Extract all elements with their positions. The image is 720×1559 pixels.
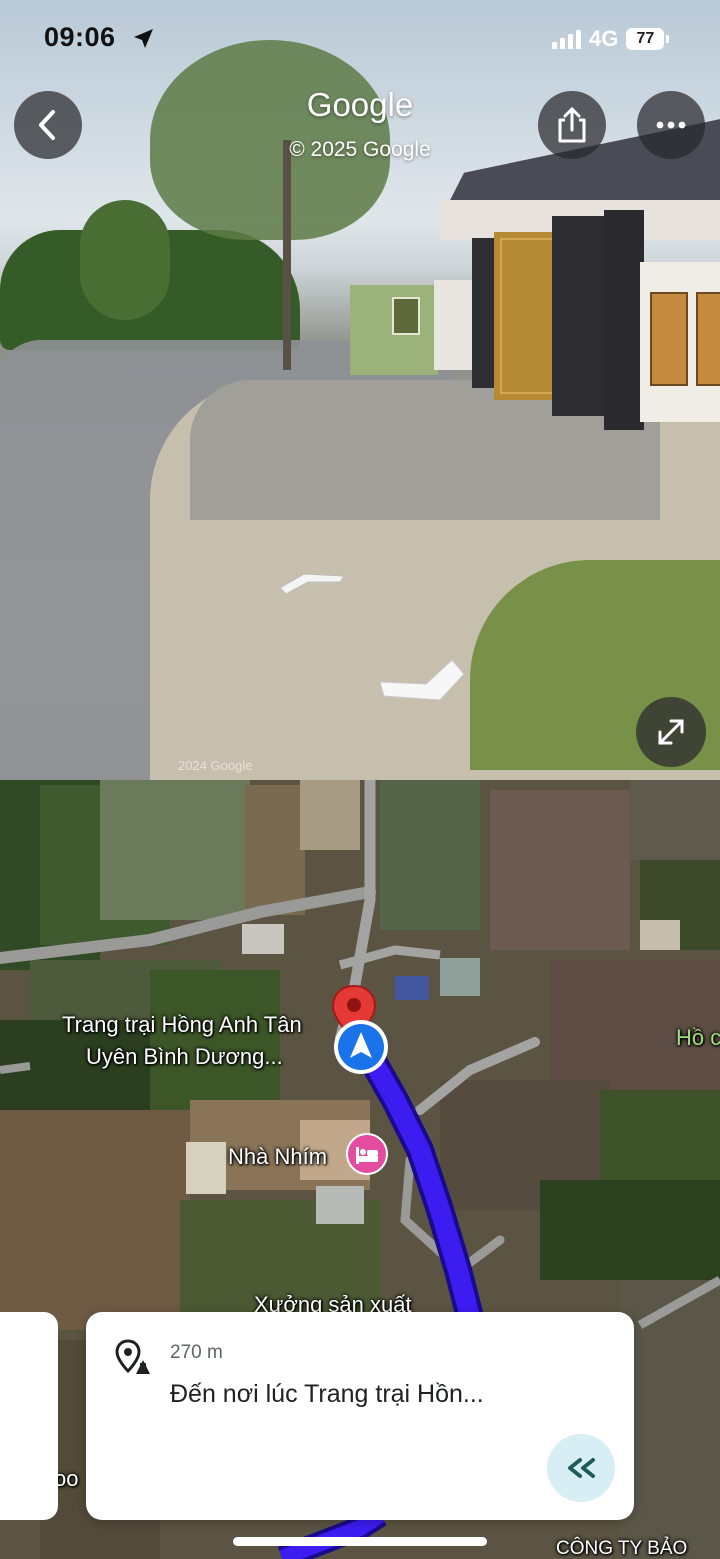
step-distance: 270 m [170, 1342, 223, 1363]
status-time: 09:06 [44, 22, 116, 52]
street-view-title: Google [306, 86, 414, 123]
expand-icon [658, 719, 684, 745]
gate-pillar [552, 216, 608, 416]
house-facade [640, 262, 720, 422]
share-icon [558, 107, 586, 143]
cellular-signal-icon [552, 29, 581, 49]
gate-pillar [604, 210, 644, 430]
previous-step-card[interactable] [0, 1312, 58, 1520]
more-icon [656, 121, 686, 129]
edge-label[interactable]: Hồ c [676, 1025, 720, 1051]
place-label[interactable]: Trang trại Hồng Anh Tân [62, 1012, 302, 1038]
home-indicator[interactable] [233, 1537, 487, 1546]
nav-arrow-back-icon[interactable] [380, 660, 464, 700]
replay-icon [568, 1458, 595, 1478]
share-button[interactable] [538, 91, 606, 159]
location-services-icon [134, 29, 153, 48]
tree-left [80, 200, 170, 320]
green-wall [350, 285, 438, 375]
battery-level: 77 [636, 30, 655, 47]
golden-gate [494, 232, 560, 400]
nav-arrow-forward-icon[interactable] [280, 574, 344, 594]
company-label[interactable]: CÔNG TY BẢO [556, 1538, 687, 1559]
street-view-copyright: © 2025 Google [289, 138, 431, 161]
status-indicators: 4G 77 [552, 24, 670, 54]
poi-label[interactable]: Nhà Nhím [228, 1144, 327, 1170]
more-options-button[interactable] [637, 91, 705, 159]
battery-icon: 77 [626, 28, 670, 50]
lodging-icon[interactable] [345, 1132, 389, 1176]
destination-icon [115, 1339, 150, 1374]
tree-trunk [283, 140, 291, 370]
expand-button[interactable] [636, 697, 706, 767]
imagery-watermark: 2024 Google [178, 758, 253, 773]
back-button[interactable] [14, 91, 82, 159]
location-arrow-icon [334, 1020, 388, 1074]
back-icon [39, 110, 55, 140]
place-label-line2[interactable]: Uyên Bình Dương... [86, 1044, 283, 1070]
step-instruction: Đến nơi lúc Trang trại Hồn... [170, 1380, 484, 1408]
navigation-step-card[interactable]: 270 m Đến nơi lúc Trang trại Hồn... [86, 1312, 634, 1520]
network-type: 4G [589, 26, 619, 51]
replay-button[interactable] [547, 1434, 615, 1502]
